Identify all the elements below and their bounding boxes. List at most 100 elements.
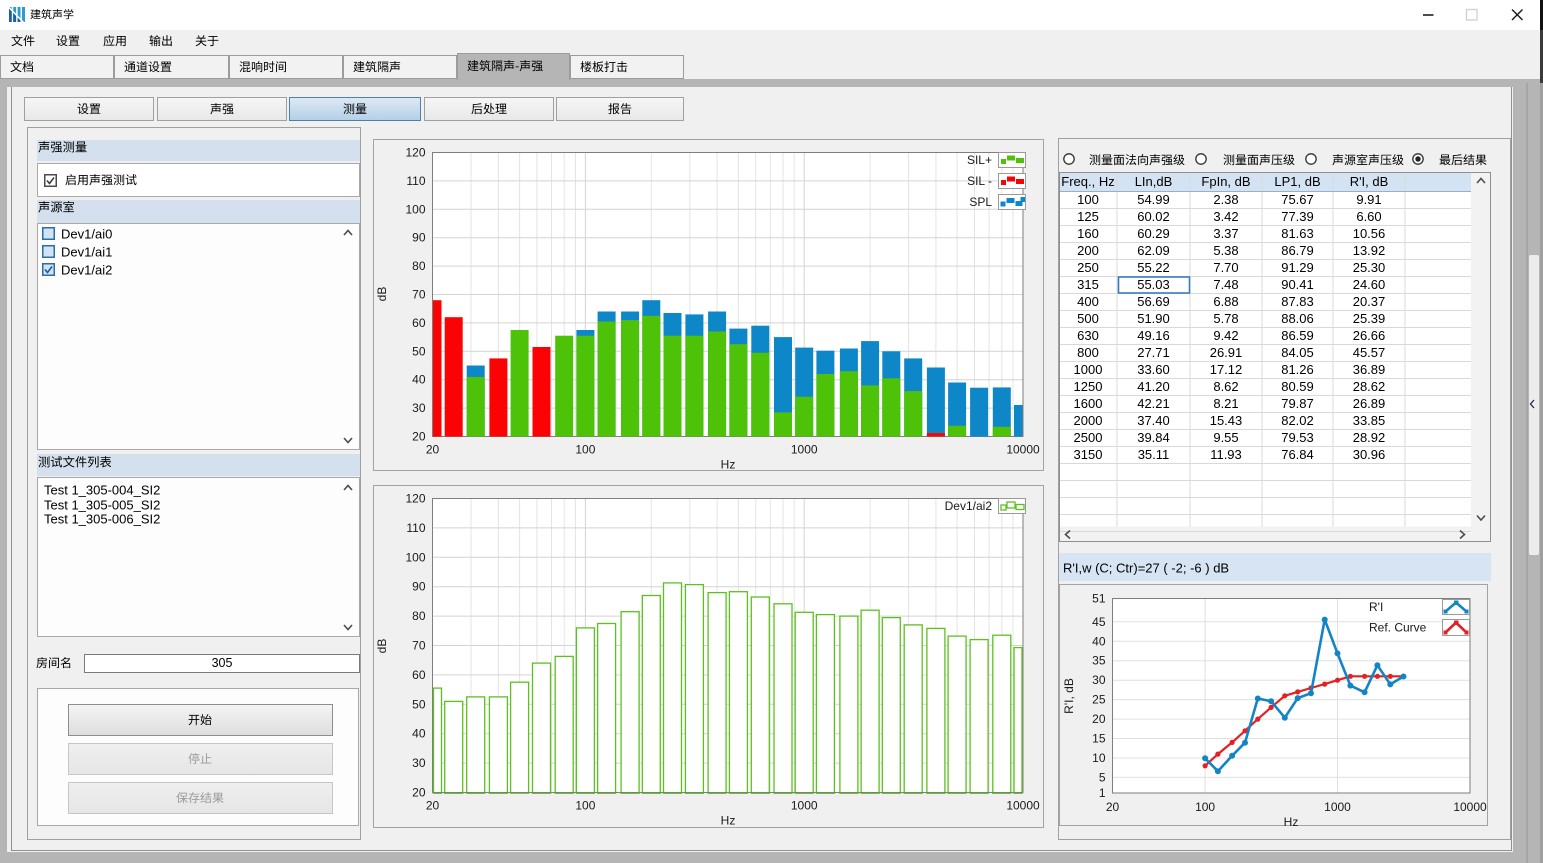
svg-text:200: 200	[1077, 243, 1099, 258]
svg-text:LIn,dB: LIn,dB	[1135, 174, 1173, 189]
svg-text:40: 40	[1092, 634, 1106, 648]
svg-text:6.60: 6.60	[1356, 209, 1381, 224]
svg-text:28.62: 28.62	[1353, 379, 1386, 394]
svg-text:dB: dB	[375, 639, 389, 654]
svg-text:86.59: 86.59	[1281, 328, 1314, 343]
svg-text:1600: 1600	[1074, 396, 1103, 411]
svg-text:R'I, dB: R'I, dB	[1350, 174, 1389, 189]
svg-text:79.53: 79.53	[1281, 430, 1314, 445]
svg-text:315: 315	[1077, 277, 1099, 292]
svg-text:8.21: 8.21	[1213, 396, 1238, 411]
svg-text:25: 25	[1092, 693, 1106, 707]
svg-text:50: 50	[412, 697, 426, 711]
svg-text:35.11: 35.11	[1138, 447, 1170, 462]
svg-text:36.89: 36.89	[1353, 362, 1386, 377]
svg-text:Dev1/ai2: Dev1/ai2	[945, 499, 993, 513]
svg-text:SPL: SPL	[969, 195, 992, 209]
svg-text:10: 10	[1092, 751, 1106, 765]
svg-text:25.30: 25.30	[1353, 260, 1386, 275]
svg-text:70: 70	[412, 288, 426, 302]
svg-text:17.12: 17.12	[1210, 362, 1243, 377]
svg-text:79.87: 79.87	[1281, 396, 1314, 411]
svg-text:20: 20	[412, 786, 426, 800]
svg-text:30.96: 30.96	[1353, 447, 1386, 462]
svg-text:2500: 2500	[1074, 430, 1103, 445]
svg-text:33.85: 33.85	[1353, 413, 1386, 428]
svg-text:2000: 2000	[1074, 413, 1103, 428]
svg-text:1000: 1000	[1074, 362, 1103, 377]
svg-text:20: 20	[426, 443, 440, 457]
svg-text:500: 500	[1077, 311, 1099, 326]
svg-text:1000: 1000	[1324, 800, 1351, 814]
svg-text:54.99: 54.99	[1137, 192, 1170, 207]
svg-text:30: 30	[412, 756, 426, 770]
svg-text:27.71: 27.71	[1137, 345, 1170, 360]
svg-text:FpIn, dB: FpIn, dB	[1201, 174, 1250, 189]
svg-text:26.91: 26.91	[1210, 345, 1243, 360]
svg-text:75.67: 75.67	[1281, 192, 1314, 207]
svg-text:100: 100	[405, 202, 425, 216]
svg-text:26.66: 26.66	[1353, 328, 1386, 343]
svg-text:110: 110	[406, 521, 425, 535]
svg-text:100: 100	[1077, 192, 1099, 207]
svg-text:56.69: 56.69	[1137, 294, 1170, 309]
svg-text:LP1, dB: LP1, dB	[1274, 174, 1320, 189]
svg-text:88.06: 88.06	[1281, 311, 1314, 326]
svg-text:10.56: 10.56	[1353, 226, 1386, 241]
svg-text:70: 70	[412, 639, 426, 653]
svg-text:R'I: R'I	[1369, 600, 1383, 614]
svg-text:2.38: 2.38	[1213, 192, 1238, 207]
svg-text:26.89: 26.89	[1353, 396, 1386, 411]
svg-text:40: 40	[412, 373, 426, 387]
svg-text:630: 630	[1077, 328, 1099, 343]
svg-text:3.42: 3.42	[1213, 209, 1238, 224]
svg-text:11.93: 11.93	[1210, 447, 1242, 462]
svg-text:90.41: 90.41	[1281, 277, 1314, 292]
svg-text:60.02: 60.02	[1137, 209, 1170, 224]
svg-text:50: 50	[412, 344, 426, 358]
svg-text:Hz: Hz	[721, 814, 736, 828]
svg-text:13.92: 13.92	[1353, 243, 1386, 258]
svg-text:15: 15	[1092, 732, 1106, 746]
svg-text:60: 60	[412, 668, 426, 682]
svg-text:250: 250	[1077, 260, 1099, 275]
svg-text:3.37: 3.37	[1213, 226, 1238, 241]
svg-text:81.26: 81.26	[1281, 362, 1314, 377]
svg-text:R'I, dB: R'I, dB	[1062, 678, 1076, 714]
svg-text:39.84: 39.84	[1137, 430, 1170, 445]
svg-text:77.39: 77.39	[1281, 209, 1314, 224]
svg-text:42.21: 42.21	[1137, 396, 1170, 411]
svg-text:84.05: 84.05	[1281, 345, 1314, 360]
svg-text:3150: 3150	[1074, 447, 1103, 462]
svg-text:62.09: 62.09	[1137, 243, 1170, 258]
svg-text:1000: 1000	[791, 443, 818, 457]
svg-text:SIL+: SIL+	[967, 153, 992, 167]
svg-text:76.84: 76.84	[1281, 447, 1314, 462]
svg-text:1000: 1000	[791, 799, 818, 813]
svg-text:9.91: 9.91	[1356, 192, 1381, 207]
svg-text:100: 100	[575, 799, 595, 813]
svg-text:100: 100	[405, 550, 425, 564]
svg-text:20: 20	[1092, 712, 1106, 726]
svg-text:51.90: 51.90	[1137, 311, 1170, 326]
svg-text:33.60: 33.60	[1137, 362, 1170, 377]
svg-text:20: 20	[412, 430, 426, 444]
svg-text:10000: 10000	[1453, 800, 1487, 814]
svg-text:7.48: 7.48	[1213, 277, 1238, 292]
svg-text:10000: 10000	[1006, 799, 1040, 813]
svg-text:dB: dB	[375, 287, 389, 302]
svg-text:8.62: 8.62	[1213, 379, 1238, 394]
svg-text:400: 400	[1077, 294, 1099, 309]
svg-text:SIL -: SIL -	[967, 174, 992, 188]
svg-text:1: 1	[1099, 786, 1106, 800]
svg-text:41.20: 41.20	[1137, 379, 1170, 394]
svg-text:55.03: 55.03	[1137, 277, 1170, 292]
svg-text:87.83: 87.83	[1281, 294, 1314, 309]
svg-text:20: 20	[1106, 800, 1120, 814]
svg-text:10000: 10000	[1006, 443, 1040, 457]
svg-text:51: 51	[1092, 592, 1106, 606]
svg-text:82.02: 82.02	[1281, 413, 1314, 428]
svg-text:20: 20	[426, 799, 440, 813]
svg-text:100: 100	[575, 443, 595, 457]
svg-text:81.63: 81.63	[1281, 226, 1314, 241]
